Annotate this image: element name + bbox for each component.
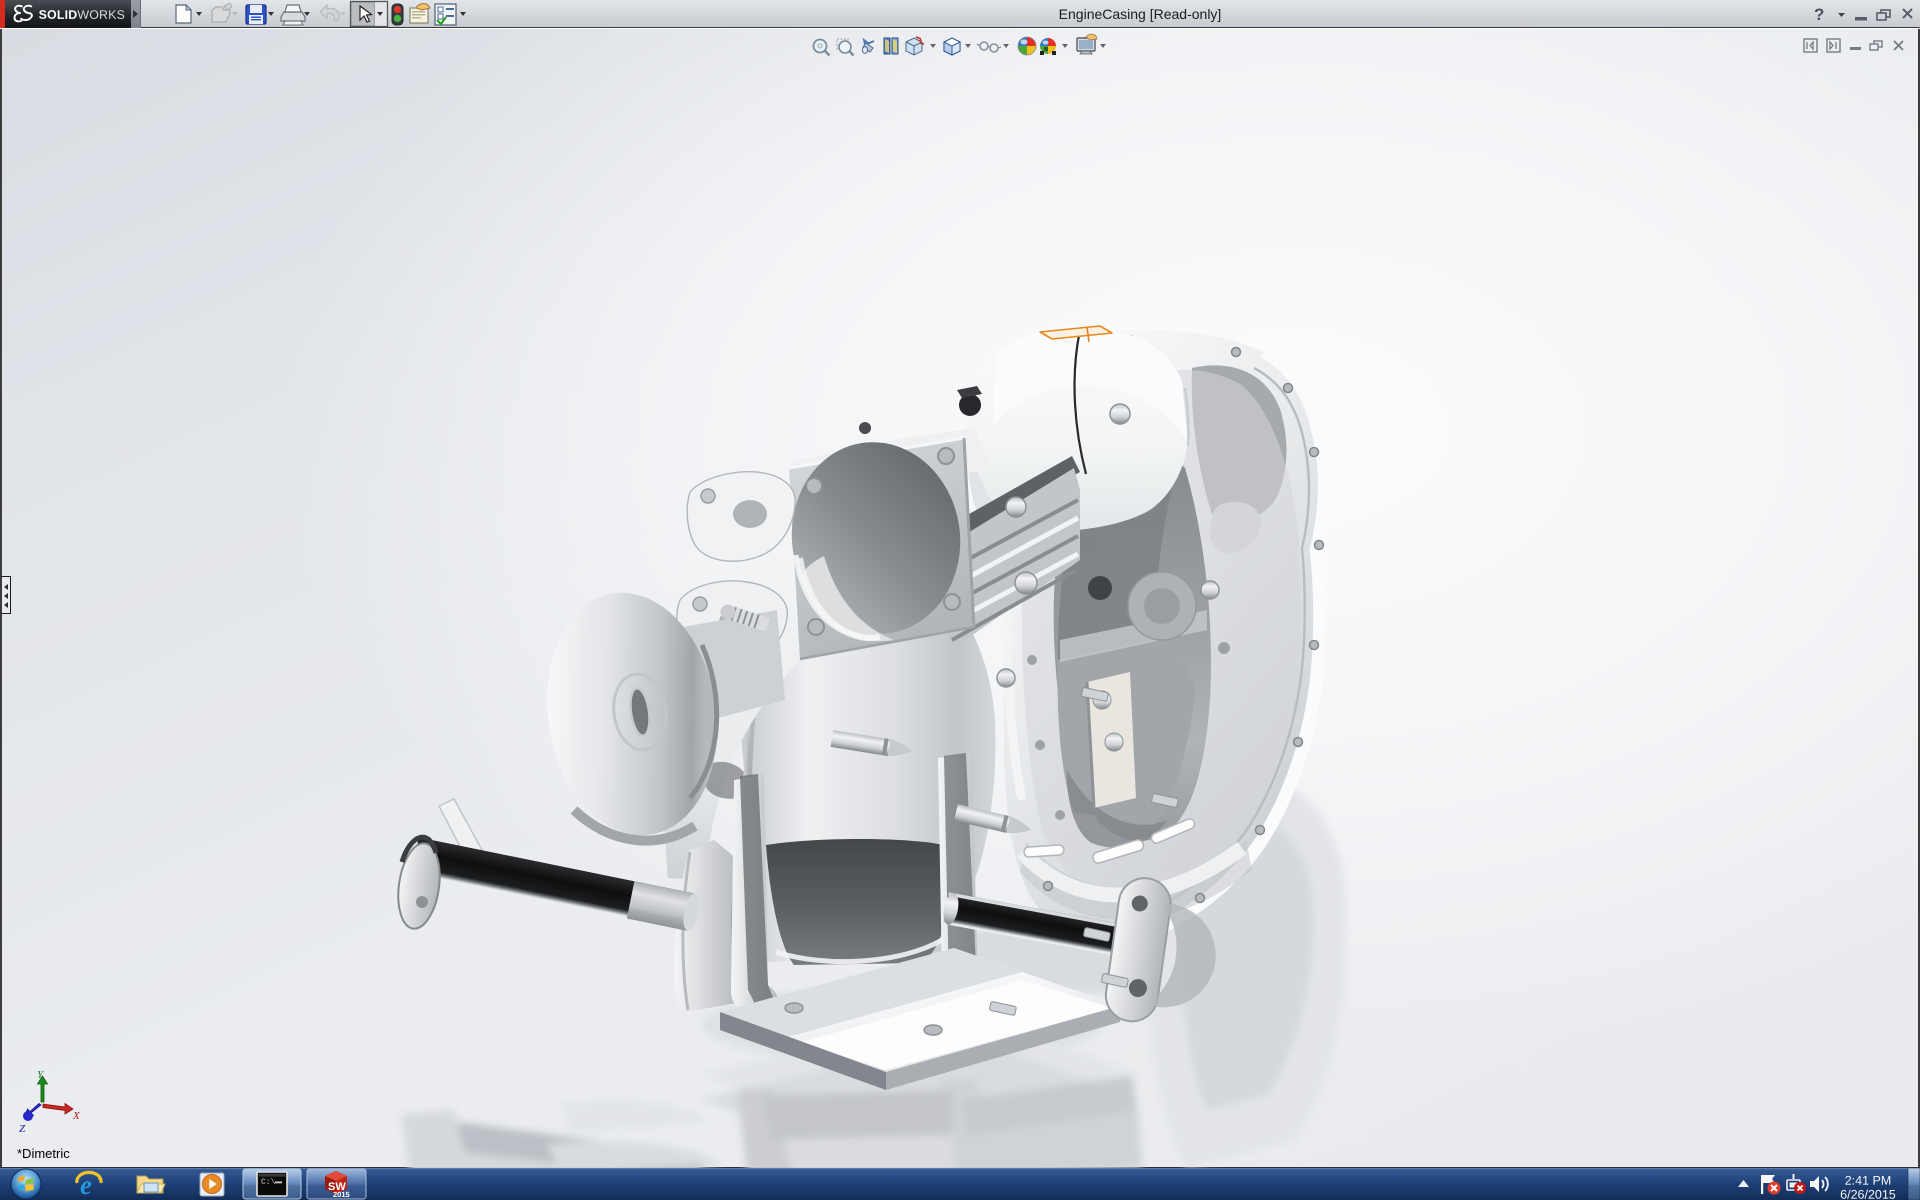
svg-text:X: X xyxy=(72,1110,80,1122)
svg-text:SOLIDWORKS: SOLIDWORKS xyxy=(39,8,126,22)
svg-text:6/26/2015: 6/26/2015 xyxy=(1840,1188,1896,1200)
svg-text:?: ? xyxy=(1814,5,1824,24)
svg-text:Z: Z xyxy=(19,1123,26,1134)
svg-text:C:\: C:\ xyxy=(261,1178,276,1187)
svg-text:2:41 PM: 2:41 PM xyxy=(1845,1174,1892,1188)
svg-text:2015: 2015 xyxy=(333,1190,350,1199)
